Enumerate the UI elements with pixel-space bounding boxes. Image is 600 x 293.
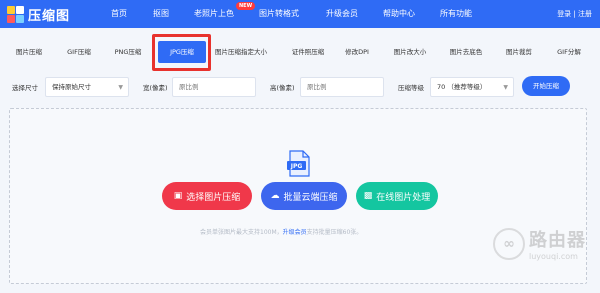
new-badge: NEW (236, 2, 256, 10)
tab-image-compress[interactable]: 图片压缩 (12, 41, 46, 63)
start-compress-button[interactable]: 开始压缩 (522, 76, 570, 96)
batch-cloud-compress-button[interactable]: ☁ 批量云端压缩 (261, 182, 347, 210)
height-input[interactable] (300, 77, 384, 97)
level-select[interactable]: 70 （推荐等级） ▼ (430, 77, 514, 97)
tab-resize[interactable]: 图片改大小 (392, 41, 428, 63)
level-select-value: 70 （推荐等级） (437, 83, 487, 91)
hint-suffix: 支持批量压缩60张。 (306, 229, 363, 236)
active-tab-highlight (152, 34, 211, 71)
tab-modify-dpi[interactable]: 修改DPI (340, 41, 374, 63)
level-label: 压缩等级 (398, 84, 424, 92)
logo-text: 压缩图 (28, 8, 71, 24)
watermark-subtitle: luyouqi.com (529, 252, 578, 261)
hint-prefix: 会员单张图片最大支持100M， (200, 229, 283, 236)
watermark: ∞ 路由器 luyouqi.com (493, 226, 586, 261)
nav-all-features[interactable]: 所有功能 (440, 8, 472, 19)
jpg-file-icon: JPG (287, 150, 310, 177)
logo-icon (7, 5, 24, 23)
jpg-icon-label: JPG (290, 163, 303, 170)
watermark-logo-icon: ∞ (493, 227, 525, 260)
nav-convert[interactable]: 图片转格式 (259, 8, 299, 19)
nav-cutout[interactable]: 抠图 (153, 8, 169, 19)
width-label: 宽(像素) (143, 84, 168, 92)
tab-gif-compress[interactable]: GIF压缩 (62, 41, 96, 63)
size-select-value: 保持原始尺寸 (52, 83, 91, 91)
batch-cloud-label: 批量云端压缩 (283, 192, 338, 203)
login-register-link[interactable]: 登录 | 注册 (557, 9, 592, 19)
select-image-button[interactable]: ▣ 选择图片压缩 (162, 182, 252, 210)
chevron-down-icon: ▼ (118, 84, 123, 91)
image-edit-icon: ▩ (363, 191, 373, 201)
online-image-process-button[interactable]: ▩ 在线图片处理 (356, 182, 438, 210)
online-process-label: 在线图片处理 (376, 192, 431, 203)
nav-home[interactable]: 首页 (111, 8, 127, 19)
tab-remove-background[interactable]: 图片去底色 (446, 41, 486, 63)
tool-tabs: 图片压缩 GIF压缩 PNG压缩 JPG压缩 图片压缩指定大小 证件照压缩 修改… (0, 41, 600, 63)
compress-options: 选择尺寸 保持原始尺寸 ▼ 宽(像素) 高(像素) 压缩等级 70 （推荐等级）… (0, 75, 600, 99)
chevron-down-icon: ▼ (503, 84, 508, 91)
upgrade-vip-link[interactable]: 升级会员 (283, 229, 307, 236)
image-upload-icon: ▣ (173, 191, 183, 201)
tab-crop[interactable]: 图片裁剪 (503, 41, 535, 63)
nav-upgrade[interactable]: 升级会员 (326, 8, 358, 19)
size-label: 选择尺寸 (12, 84, 38, 92)
height-label: 高(像素) (270, 84, 295, 92)
upload-hint: 会员单张图片最大支持100M，升级会员支持批量压缩60张。 (200, 227, 362, 236)
top-nav-bar: 压缩图 (0, 0, 600, 28)
nav-help[interactable]: 帮助中心 (383, 8, 415, 19)
nav-colorize[interactable]: 老照片上色 (194, 8, 234, 19)
logo[interactable]: 压缩图 (7, 5, 70, 24)
width-input[interactable] (172, 77, 256, 97)
tab-compress-to-size[interactable]: 图片压缩指定大小 (210, 41, 272, 63)
tab-id-photo-compress[interactable]: 证件照压缩 (288, 41, 328, 63)
tab-gif-split[interactable]: GIF分解 (553, 41, 585, 63)
size-select[interactable]: 保持原始尺寸 ▼ (45, 77, 129, 97)
tab-png-compress[interactable]: PNG压缩 (110, 41, 146, 63)
cloud-icon: ☁ (270, 191, 280, 201)
select-image-label: 选择图片压缩 (186, 192, 241, 203)
watermark-title: 路由器 (529, 230, 586, 251)
